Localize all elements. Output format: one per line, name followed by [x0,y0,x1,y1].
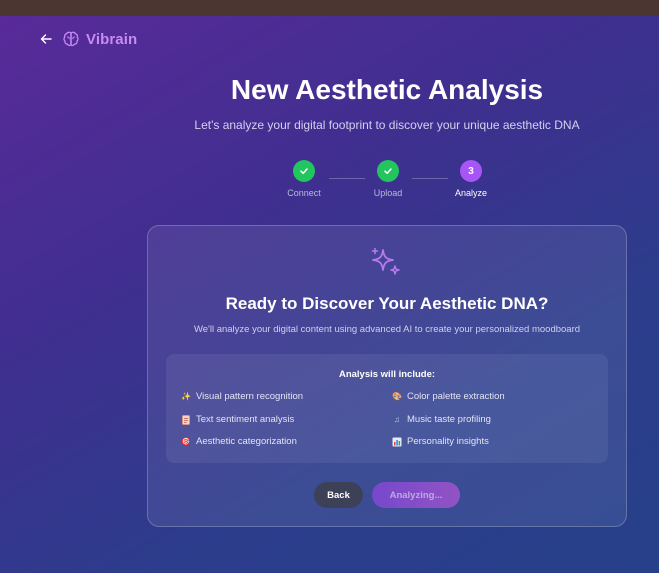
brain-icon [63,31,79,47]
page-title: New Aesthetic Analysis [230,74,544,105]
feature-label: Text sentiment analysis [196,414,295,425]
feature-item: Personality insights [392,436,489,447]
palette-icon: 🎨 [392,392,402,401]
feature-item: 🎨 Color palette extraction [392,391,505,402]
feature-item: Text sentiment analysis [181,414,294,425]
step-number-badge: 3 [460,160,482,182]
feature-item: ♫ Music taste profiling [392,414,491,425]
features-title: Analysis will include: [338,369,436,380]
brand-name: Vibrain [86,30,138,48]
step-analyze: 3 Analyze [441,160,501,198]
back-arrow-button[interactable] [38,31,54,47]
analysis-card: Ready to Discover Your Aesthetic DNA? We… [147,225,627,527]
feature-label: Personality insights [407,436,489,447]
feature-item: 🎯 Aesthetic categorization [181,436,297,447]
analyze-button[interactable]: Analyzing... [372,482,460,508]
document-icon [181,414,191,425]
page-subtitle: Let's analyze your digital footprint to … [194,118,580,132]
feature-label: Color palette extraction [407,391,505,402]
feature-label: Visual pattern recognition [196,391,304,402]
brand-logo[interactable]: Vibrain [62,30,137,48]
features-panel: Analysis will include: ✨ Visual pattern … [166,354,608,463]
step-complete-indicator [377,160,399,182]
step-upload: Upload [358,160,418,198]
step-connect: Connect [274,160,334,198]
back-button[interactable]: Back [314,482,363,508]
card-title: Ready to Discover Your Aesthetic DNA? [225,294,549,313]
step-label: Upload [373,188,403,198]
checkmark-icon [300,168,308,175]
bar-chart-icon [392,437,402,447]
feature-item: ✨ Visual pattern recognition [181,391,303,402]
step-complete-indicator [293,160,315,182]
music-note-icon: ♫ [394,415,400,424]
step-label: Analyze [454,188,488,198]
sparkles-icon [371,247,400,275]
step-label: Connect [287,188,321,198]
checkmark-icon [384,168,392,175]
feature-label: Music taste profiling [407,414,491,425]
feature-label: Aesthetic categorization [196,436,297,447]
arrow-left-icon [40,34,52,44]
browser-top-bar [0,0,659,16]
card-description: We'll analyze your digital content using… [193,324,581,335]
target-icon: 🎯 [181,437,191,446]
sparkles-emoji-icon: ✨ [181,392,191,401]
